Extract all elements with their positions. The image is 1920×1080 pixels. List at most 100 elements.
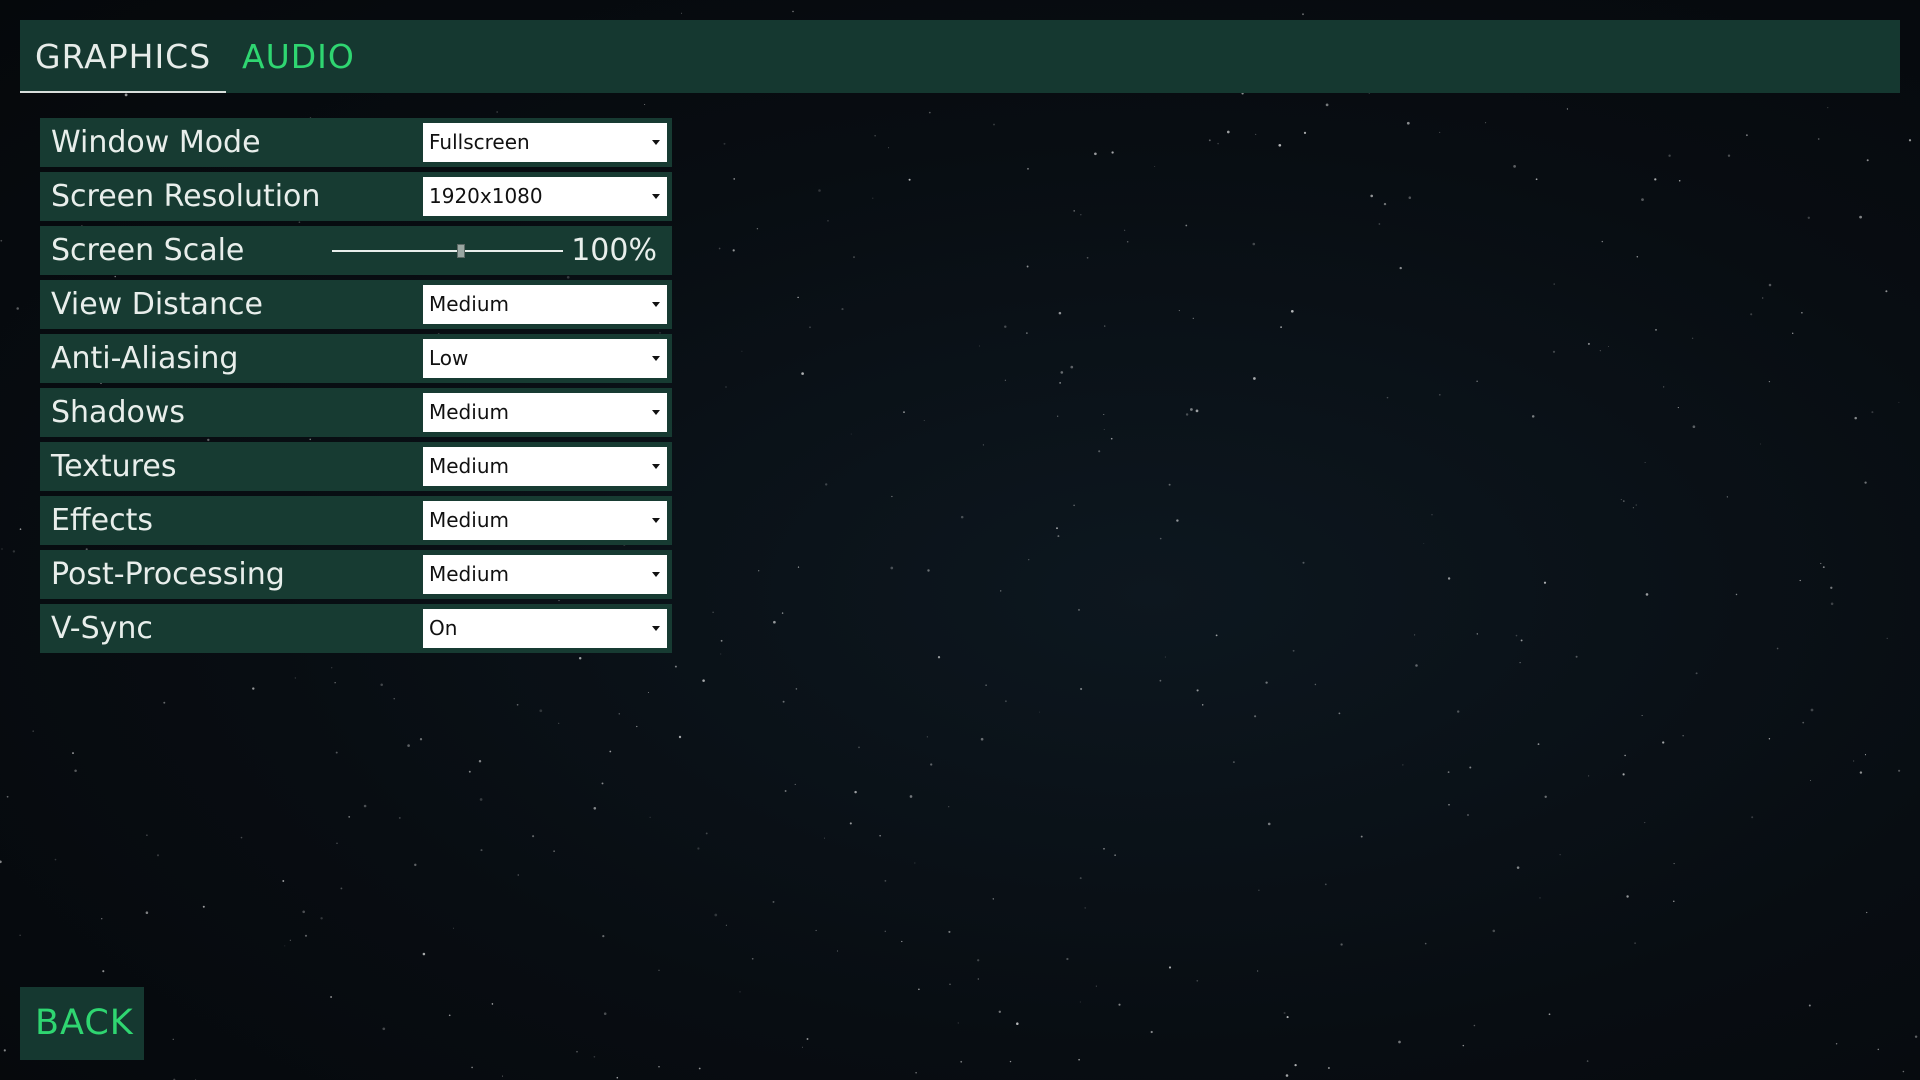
star bbox=[712, 611, 714, 613]
star bbox=[1, 548, 3, 550]
star bbox=[1255, 133, 1257, 135]
star bbox=[1094, 152, 1097, 156]
star bbox=[1073, 504, 1075, 507]
star bbox=[1645, 593, 1649, 596]
star bbox=[1807, 216, 1810, 219]
setting-row-v-sync: V-Sync On bbox=[40, 604, 672, 653]
star bbox=[1877, 1048, 1880, 1051]
star bbox=[1886, 637, 1888, 640]
star bbox=[240, 836, 243, 839]
textures-dropdown[interactable]: Medium bbox=[423, 447, 667, 486]
tab-audio[interactable]: AUDIO bbox=[242, 20, 355, 93]
shadows-dropdown[interactable]: Medium bbox=[423, 393, 667, 432]
screen-resolution-dropdown[interactable]: 1920x1080 bbox=[423, 177, 667, 216]
star bbox=[1278, 143, 1282, 147]
star bbox=[1644, 822, 1646, 824]
star bbox=[1340, 943, 1343, 946]
window-mode-dropdown[interactable]: Fullscreen bbox=[423, 123, 667, 162]
chevron-down-icon bbox=[652, 140, 660, 145]
star bbox=[1520, 639, 1523, 642]
star bbox=[1447, 771, 1450, 773]
star bbox=[576, 1050, 578, 1053]
star bbox=[1810, 708, 1814, 712]
star bbox=[644, 104, 646, 105]
dropdown-value: Fullscreen bbox=[429, 130, 530, 154]
star bbox=[517, 874, 519, 876]
star bbox=[1654, 178, 1657, 181]
star bbox=[1830, 602, 1834, 606]
back-button[interactable]: BACK bbox=[20, 987, 144, 1060]
star bbox=[1898, 769, 1901, 772]
star bbox=[1746, 134, 1748, 137]
star bbox=[884, 879, 887, 882]
star bbox=[1859, 771, 1863, 774]
star bbox=[1485, 122, 1487, 124]
star bbox=[1636, 256, 1639, 258]
star bbox=[1634, 942, 1637, 945]
star bbox=[335, 751, 338, 754]
star bbox=[1095, 985, 1097, 987]
v-sync-dropdown[interactable]: On bbox=[423, 609, 667, 648]
star bbox=[407, 744, 410, 747]
star bbox=[1457, 710, 1460, 713]
tab-graphics[interactable]: GRAPHICS bbox=[20, 20, 226, 93]
star bbox=[340, 887, 343, 890]
dropdown-value: Medium bbox=[429, 400, 509, 424]
star bbox=[1215, 634, 1218, 637]
star bbox=[1810, 780, 1812, 781]
star bbox=[751, 957, 754, 960]
star bbox=[1822, 566, 1825, 569]
star bbox=[782, 700, 785, 703]
star bbox=[879, 835, 881, 837]
star bbox=[806, 1038, 809, 1040]
star bbox=[1467, 814, 1469, 816]
star bbox=[496, 111, 498, 113]
star bbox=[718, 247, 721, 250]
star bbox=[739, 991, 741, 993]
star bbox=[1027, 167, 1029, 170]
effects-dropdown[interactable]: Medium bbox=[423, 501, 667, 540]
star bbox=[1531, 415, 1535, 418]
star bbox=[795, 688, 798, 690]
star bbox=[1476, 633, 1478, 635]
dropdown-value: 1920x1080 bbox=[429, 184, 543, 208]
star bbox=[801, 372, 804, 375]
setting-label: V-Sync bbox=[51, 611, 153, 646]
star bbox=[414, 863, 417, 867]
star bbox=[145, 911, 149, 914]
star bbox=[649, 816, 651, 818]
star bbox=[32, 730, 34, 732]
post-processing-dropdown[interactable]: Medium bbox=[423, 555, 667, 594]
chevron-down-icon bbox=[652, 464, 660, 469]
star bbox=[914, 862, 916, 864]
slider-handle[interactable] bbox=[457, 244, 466, 258]
star bbox=[1726, 496, 1728, 498]
star bbox=[1682, 735, 1684, 737]
active-tab-underline bbox=[20, 91, 226, 93]
star bbox=[558, 722, 560, 724]
anti-aliasing-dropdown[interactable]: Low bbox=[423, 339, 667, 378]
star bbox=[1864, 481, 1867, 484]
dropdown-value: Medium bbox=[429, 562, 509, 586]
star bbox=[320, 917, 323, 920]
star bbox=[1588, 775, 1590, 777]
screen-scale-value: 100% bbox=[571, 233, 657, 268]
star bbox=[949, 983, 951, 986]
star bbox=[1004, 700, 1007, 703]
star bbox=[1559, 854, 1561, 856]
view-distance-dropdown[interactable]: Medium bbox=[423, 285, 667, 324]
star bbox=[1406, 121, 1410, 125]
star bbox=[1026, 332, 1028, 334]
star bbox=[539, 709, 543, 713]
star bbox=[1057, 415, 1059, 417]
settings-tab-bar: GRAPHICS AUDIO bbox=[20, 20, 1900, 93]
star bbox=[1544, 795, 1547, 798]
star bbox=[1827, 107, 1829, 109]
star bbox=[1415, 664, 1418, 667]
star bbox=[102, 970, 105, 973]
star bbox=[1114, 854, 1116, 856]
star bbox=[1792, 332, 1794, 334]
screen-scale-slider[interactable] bbox=[332, 236, 563, 266]
setting-row-screen-scale: Screen Scale 100% bbox=[40, 226, 672, 275]
star bbox=[1663, 386, 1665, 388]
